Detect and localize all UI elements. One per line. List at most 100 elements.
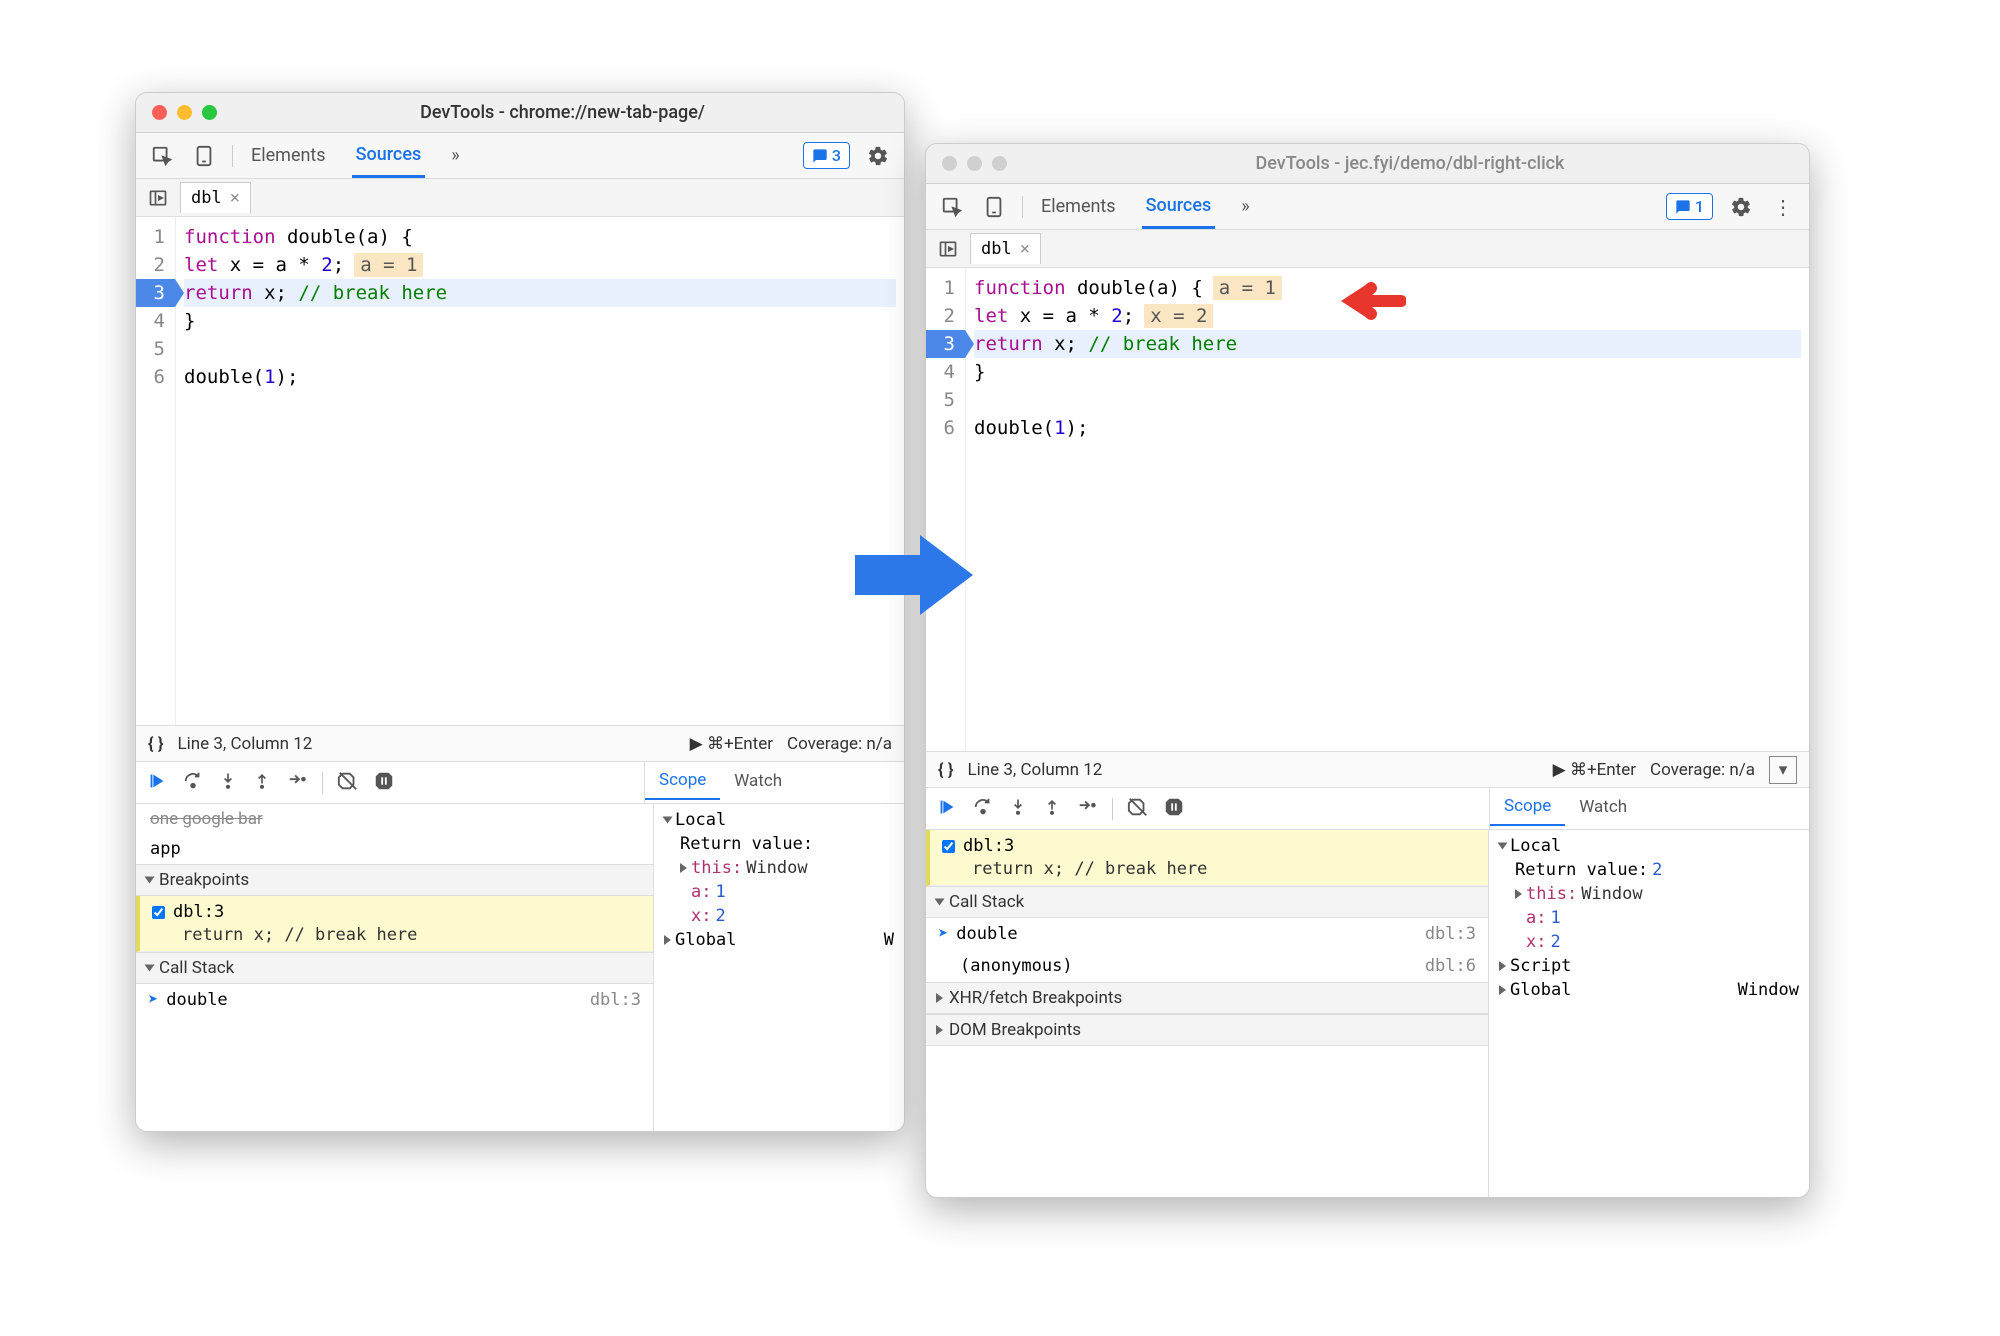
deactivate-bp-icon[interactable] [337,770,359,796]
xhr-breakpoints-header[interactable]: XHR/fetch Breakpoints [926,982,1488,1014]
panel-tabs: Elements Sources » [1037,185,1254,229]
inspect-icon[interactable] [148,142,176,170]
code-lines[interactable]: function double(a) {a = 1 let x = a * 2;… [966,268,1809,751]
breakpoint-item[interactable]: dbl:3 return x; // break here [926,830,1488,886]
main-toolbar: Elements Sources » 3 [136,133,904,179]
pretty-print-icon[interactable]: { } [938,760,953,780]
main-toolbar: Elements Sources » 1 ⋮ [926,184,1809,230]
step-into-icon[interactable] [218,770,238,796]
devtools-window-2: DevTools - jec.fyi/demo/dbl-right-click … [925,143,1810,1198]
callstack-frame[interactable]: ➤doubledbl:3 [136,984,653,1016]
minimize-dot[interactable] [967,156,982,171]
callstack-frame[interactable]: (anonymous)dbl:6 [926,950,1488,982]
step-icon[interactable] [1076,796,1098,822]
file-tab-dbl[interactable]: dbl× [180,182,251,213]
pretty-print-icon[interactable]: { } [148,734,163,754]
breakpoint-item[interactable]: dbl:3 return x; // break here [136,896,653,952]
gutter[interactable]: 123456 [926,268,966,751]
deactivate-bp-icon[interactable] [1127,796,1149,822]
titlebar[interactable]: DevTools - chrome://new-tab-page/ [136,93,904,133]
chevron-down-icon [145,877,155,884]
close-icon[interactable]: × [1020,239,1030,259]
arrow-right-icon: ➤ [148,990,158,1010]
device-icon[interactable] [190,142,218,170]
blue-annotation-arrow [855,530,975,620]
devtools-window-1: DevTools - chrome://new-tab-page/ Elemen… [135,92,905,1132]
close-dot[interactable] [152,105,167,120]
run-snippet-hint: ▶ ⌘+Enter [1553,760,1636,780]
coverage-status: Coverage: n/a [787,734,892,754]
callstack-frame[interactable]: ➤doubledbl:3 [926,918,1488,950]
tab-scope[interactable]: Scope [1490,788,1565,826]
collapse-icon[interactable]: ▾ [1769,756,1797,784]
left-pane[interactable]: dbl:3 return x; // break here Call Stack… [926,830,1489,1197]
chevron-down-icon [663,817,673,824]
tab-scope[interactable]: Scope [645,762,720,800]
gear-icon[interactable] [864,142,892,170]
pause-on-exception-icon[interactable] [373,770,395,796]
window-title: DevTools - jec.fyi/demo/dbl-right-click [1027,153,1793,174]
pause-on-exception-icon[interactable] [1163,796,1185,822]
tab-watch[interactable]: Watch [1565,789,1641,825]
maximize-dot[interactable] [992,156,1007,171]
tab-watch[interactable]: Watch [720,763,796,799]
tab-elements[interactable]: Elements [1037,186,1120,227]
bp-checkbox[interactable] [942,840,955,853]
code-area[interactable]: 123456 function double(a) {a = 1 let x =… [926,268,1809,751]
issues-badge[interactable]: 1 [1666,193,1713,220]
chevron-right-icon [664,935,671,945]
callstack-header[interactable]: Call Stack [136,952,653,984]
step-out-icon[interactable] [252,770,272,796]
stale-item: one google bar [136,804,653,834]
file-tabs: dbl× [136,179,904,217]
breakpoints-header[interactable]: Breakpoints [136,864,653,896]
chevron-right-icon [936,1025,943,1035]
close-icon[interactable]: × [230,188,240,208]
file-tabs: dbl× [926,230,1809,268]
callstack-header[interactable]: Call Stack [926,886,1488,918]
bp-checkbox[interactable] [152,906,165,919]
left-pane[interactable]: one google bar app Breakpoints dbl:3 ret… [136,804,654,1131]
step-icon[interactable] [286,770,308,796]
step-into-icon[interactable] [1008,796,1028,822]
show-navigator-icon[interactable] [934,235,962,263]
more-icon[interactable]: ⋮ [1769,193,1797,221]
step-out-icon[interactable] [1042,796,1062,822]
tab-more[interactable]: » [447,135,463,176]
tab-sources[interactable]: Sources [352,134,426,178]
resume-icon[interactable] [146,770,168,796]
chevron-down-icon [145,965,155,972]
cursor-position: Line 3, Column 12 [177,734,312,754]
pane-item-app[interactable]: app [136,834,653,864]
gutter[interactable]: 123456 [136,217,176,725]
scope-pane[interactable]: Local Return value: 2 this: Window a: 1 … [1489,830,1809,1197]
dom-breakpoints-header[interactable]: DOM Breakpoints [926,1014,1488,1046]
inspect-icon[interactable] [938,193,966,221]
close-dot[interactable] [942,156,957,171]
maximize-dot[interactable] [202,105,217,120]
debug-toolbar: Scope Watch [136,762,904,804]
code-lines[interactable]: function double(a) { let x = a * 2;a = 1… [176,217,904,725]
gear-icon[interactable] [1727,193,1755,221]
step-over-icon[interactable] [182,770,204,796]
tab-sources[interactable]: Sources [1142,185,1216,229]
coverage-status: Coverage: n/a [1650,760,1755,780]
device-icon[interactable] [980,193,1008,221]
debugger-panel: Scope Watch dbl:3 return x; // break her… [926,787,1809,1197]
chevron-right-icon [936,993,943,1003]
divider [1112,798,1113,820]
divider [322,772,323,794]
minimize-dot[interactable] [177,105,192,120]
status-bar: { } Line 3, Column 12 ▶ ⌘+Enter Coverage… [926,751,1809,787]
issues-badge[interactable]: 3 [803,142,850,169]
titlebar[interactable]: DevTools - jec.fyi/demo/dbl-right-click [926,144,1809,184]
scope-pane[interactable]: Local Return value: this: Window a: 1 x:… [654,804,904,1131]
show-navigator-icon[interactable] [144,184,172,212]
file-tab-dbl[interactable]: dbl× [970,233,1041,264]
tab-elements[interactable]: Elements [247,135,330,176]
code-area[interactable]: 123456 function double(a) { let x = a * … [136,217,904,725]
arrow-right-icon: ➤ [938,924,948,944]
resume-icon[interactable] [936,796,958,822]
tab-more[interactable]: » [1237,186,1253,227]
step-over-icon[interactable] [972,796,994,822]
